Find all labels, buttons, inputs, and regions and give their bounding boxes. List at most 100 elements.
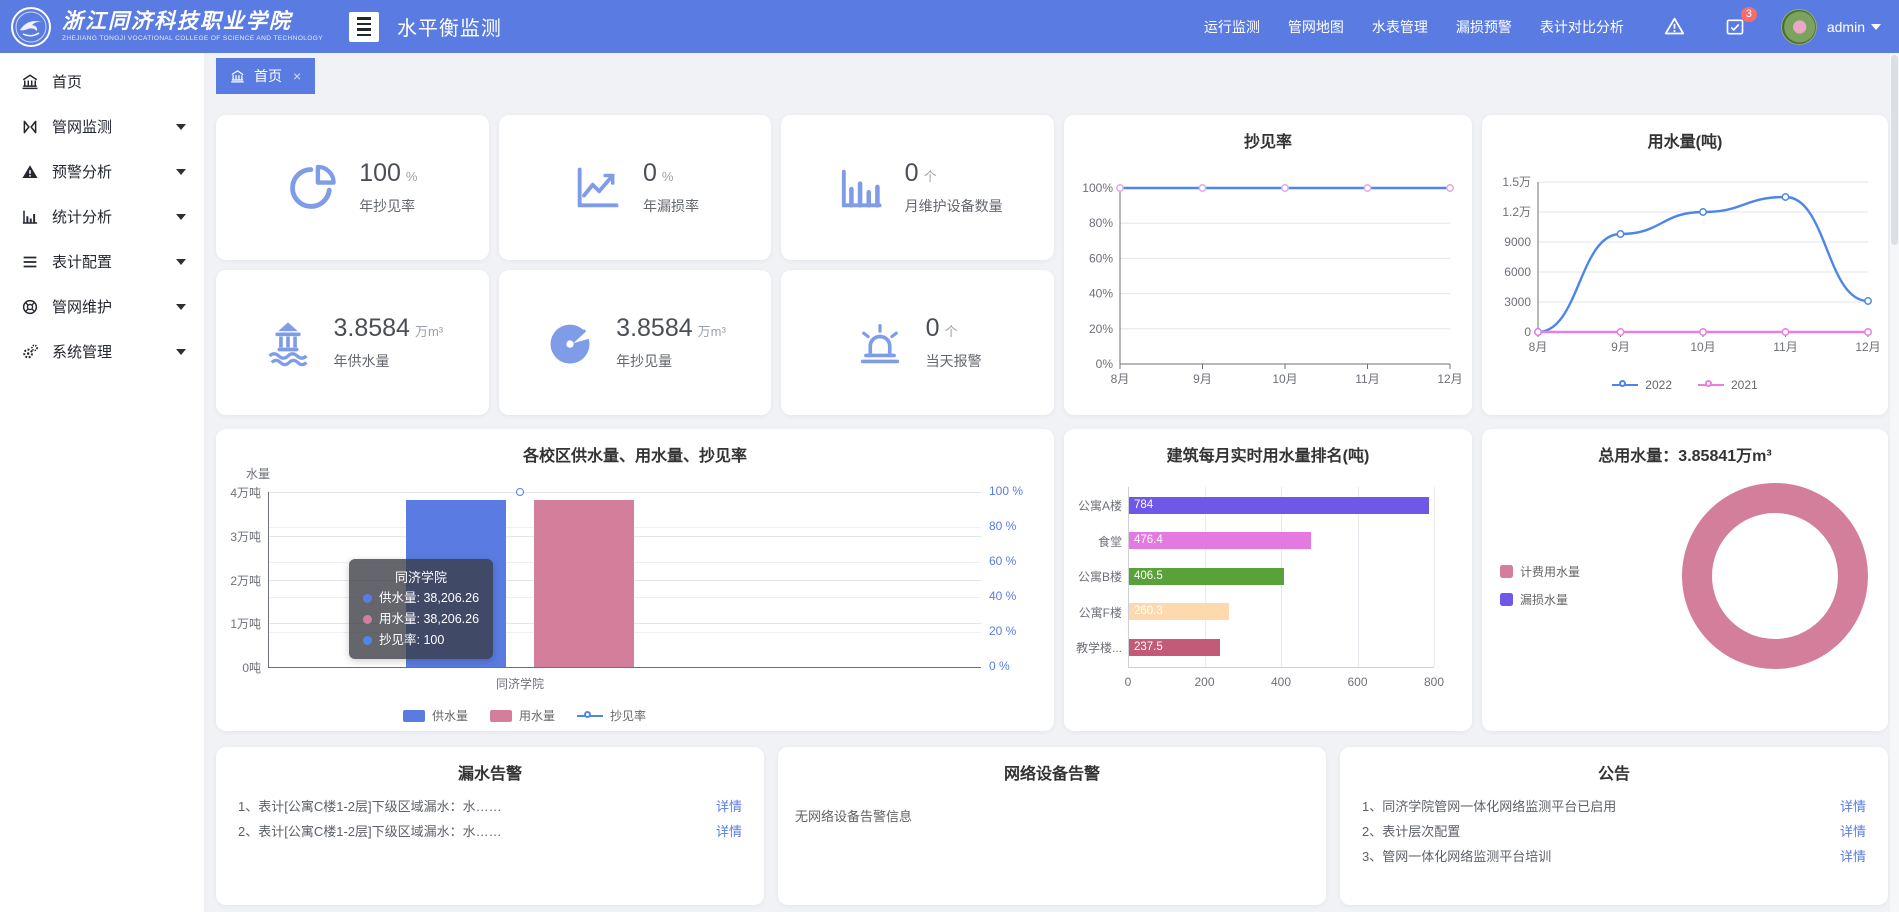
- rank-bar-公寓B楼[interactable]: 406.5: [1129, 568, 1284, 585]
- fountain-icon: [262, 317, 314, 369]
- right-axis-tick: 80 %: [989, 519, 1016, 533]
- legend-label: 计费用水量: [1520, 563, 1580, 580]
- tab-bar: 首页 ×: [205, 53, 1899, 99]
- rank-bar-教学楼...[interactable]: 237.5: [1129, 639, 1220, 656]
- sidebar: 首页 管网监测 预警分析 统计分析 表计配置 管网维护 系统管理: [0, 53, 205, 912]
- legend-label: 2022: [1645, 378, 1672, 392]
- chart-tooltip: 同济学院供水量: 38,206.26用水量: 38,206.26抄见率: 100: [349, 559, 493, 659]
- sidebar-item-6[interactable]: 管网维护: [0, 284, 204, 329]
- nav-item-5[interactable]: 表计对比分析: [1540, 17, 1624, 37]
- legend-swatch-icon: [490, 710, 512, 722]
- usage-chart-card: 用水量(吨) 1.5万1.2万90006000300008月9月10月11月12…: [1482, 115, 1888, 415]
- school-name-block: 浙江同济科技职业学院 ZHEJIANG TONGJI VOCATIONAL CO…: [62, 11, 323, 43]
- campus-chart-card: 各校区供水量、用水量、抄见率 水量4万吨3万吨2万吨1万吨0吨100 %80 %…: [216, 429, 1054, 731]
- stat-value: 3.8584: [616, 314, 692, 342]
- nav-item-1[interactable]: 运行监测: [1204, 17, 1260, 37]
- tooltip-row: 供水量: 38,206.26: [379, 588, 479, 609]
- sidebar-item-5[interactable]: 表计配置: [0, 239, 204, 284]
- alert-bell-button[interactable]: [1664, 16, 1685, 37]
- sidebar-item-label: 首页: [52, 71, 186, 92]
- building-rank-chart: 0200400600800公寓A楼784食堂476.4公寓B楼406.5公寓F楼…: [1064, 429, 1472, 731]
- nav-item-3[interactable]: 水表管理: [1372, 17, 1428, 37]
- leak-alert-text: 2、表计[公寓C楼1-2层]下级区域漏水：水……: [238, 822, 502, 842]
- svg-text:20%: 20%: [1089, 322, 1113, 336]
- sidebar-item-1[interactable]: 首页: [0, 59, 204, 104]
- svg-text:3000: 3000: [1504, 295, 1531, 309]
- detail-link[interactable]: 详情: [716, 797, 742, 817]
- rank-bar-公寓F楼[interactable]: 260.3: [1129, 603, 1229, 620]
- rank-bar-食堂[interactable]: 476.4: [1129, 532, 1311, 549]
- rank-category-label: 教学楼...: [1066, 639, 1122, 656]
- left-axis-tick: 2万吨: [216, 572, 261, 589]
- sidebar-item-4[interactable]: 统计分析: [0, 194, 204, 239]
- sidebar-item-label: 统计分析: [52, 206, 176, 227]
- donut-ring[interactable]: [1682, 483, 1868, 669]
- sidebar-item-7[interactable]: 系统管理: [0, 329, 204, 374]
- chart-title: 抄见率: [1064, 115, 1472, 152]
- warning-triangle-icon: [1664, 16, 1685, 37]
- rank-bar-公寓A楼[interactable]: 784: [1129, 497, 1429, 514]
- user-menu[interactable]: admin: [1827, 19, 1881, 35]
- page-scrollbar[interactable]: [1890, 53, 1899, 912]
- gauge-icon: [544, 317, 596, 369]
- app-title: 水平衡监测: [397, 12, 502, 41]
- detail-link[interactable]: 详情: [1840, 822, 1866, 842]
- system-icon: [20, 342, 40, 362]
- home-bank-icon: [230, 69, 245, 84]
- sidebar-item-3[interactable]: 预警分析: [0, 149, 204, 194]
- tab-close-icon[interactable]: ×: [293, 68, 301, 84]
- gauge-icon: [544, 317, 596, 369]
- legend-item-2021[interactable]: 2021: [1698, 378, 1758, 392]
- svg-text:9月: 9月: [1611, 340, 1630, 354]
- stat-card-6: 0个 当天报警: [781, 270, 1054, 415]
- svg-text:8月: 8月: [1111, 372, 1130, 386]
- chevron-down-icon: [1871, 24, 1881, 30]
- detail-link[interactable]: 详情: [716, 822, 742, 842]
- line-trend-icon: [571, 162, 623, 214]
- legend-item-用水量[interactable]: 用水量: [490, 707, 555, 724]
- x-axis-tick: 400: [1261, 675, 1301, 689]
- legend-item-计费用水量[interactable]: 计费用水量: [1500, 563, 1580, 580]
- notice-text: 2、表计层次配置: [1362, 822, 1460, 842]
- svg-text:9月: 9月: [1193, 372, 1212, 386]
- legend-item-供水量[interactable]: 供水量: [403, 707, 468, 724]
- usage-line-chart: 1.5万1.2万90006000300008月9月10月11月12月: [1482, 152, 1888, 375]
- stat-label: 年抄见率: [359, 196, 417, 216]
- nav-menu: 运行监测 管网地图 水表管理 漏损预警 表计对比分析: [1204, 17, 1624, 37]
- detail-link[interactable]: 详情: [1840, 797, 1866, 817]
- nav-item-4[interactable]: 漏损预警: [1456, 17, 1512, 37]
- campus-chart-legend: 供水量 用水量 抄见率: [268, 707, 781, 724]
- legend-item-2022[interactable]: 2022: [1612, 378, 1672, 392]
- stat-text: 0个 月维护设备数量: [905, 159, 1003, 216]
- x-axis-tick: 0: [1108, 675, 1148, 689]
- rank-category-label: 公寓A楼: [1066, 497, 1122, 514]
- bar-chart-icon: [833, 162, 885, 214]
- user-avatar[interactable]: [1781, 9, 1817, 45]
- sidebar-item-2[interactable]: 管网监测: [0, 104, 204, 149]
- rank-category-label: 食堂: [1066, 533, 1122, 550]
- nav-item-2[interactable]: 管网地图: [1288, 17, 1344, 37]
- stat-text: 0个 当天报警: [926, 314, 982, 371]
- detail-link[interactable]: 详情: [1840, 847, 1866, 867]
- x-axis-tick: 600: [1338, 675, 1378, 689]
- pie-icon: [287, 162, 339, 214]
- svg-text:12月: 12月: [1855, 340, 1880, 354]
- legend-item-抄见率[interactable]: 抄见率: [577, 707, 646, 724]
- sidebar-collapse-button[interactable]: [349, 12, 379, 42]
- messages-button[interactable]: 3: [1725, 17, 1745, 37]
- svg-text:0: 0: [1524, 325, 1531, 339]
- rank-category-label: 公寓F楼: [1066, 604, 1122, 621]
- stat-label: 月维护设备数量: [905, 196, 1003, 216]
- donut-legend: 计费用水量 漏损水量: [1500, 563, 1580, 619]
- tab-home[interactable]: 首页 ×: [216, 58, 315, 94]
- left-axis-tick: 4万吨: [216, 484, 261, 501]
- legend-label: 漏损水量: [1520, 591, 1568, 608]
- total-usage-card: 总用水量：3.85841万m³ 计费用水量 漏损水量: [1482, 429, 1888, 731]
- svg-text:12月: 12月: [1437, 372, 1462, 386]
- scrollbar-thumb[interactable]: [1891, 55, 1898, 245]
- stat-label: 年抄见量: [616, 351, 726, 371]
- home-bank-icon: [20, 72, 40, 92]
- message-box-icon: [1725, 17, 1745, 37]
- legend-item-漏损水量[interactable]: 漏损水量: [1500, 591, 1580, 608]
- bar-用水量[interactable]: [534, 500, 634, 667]
